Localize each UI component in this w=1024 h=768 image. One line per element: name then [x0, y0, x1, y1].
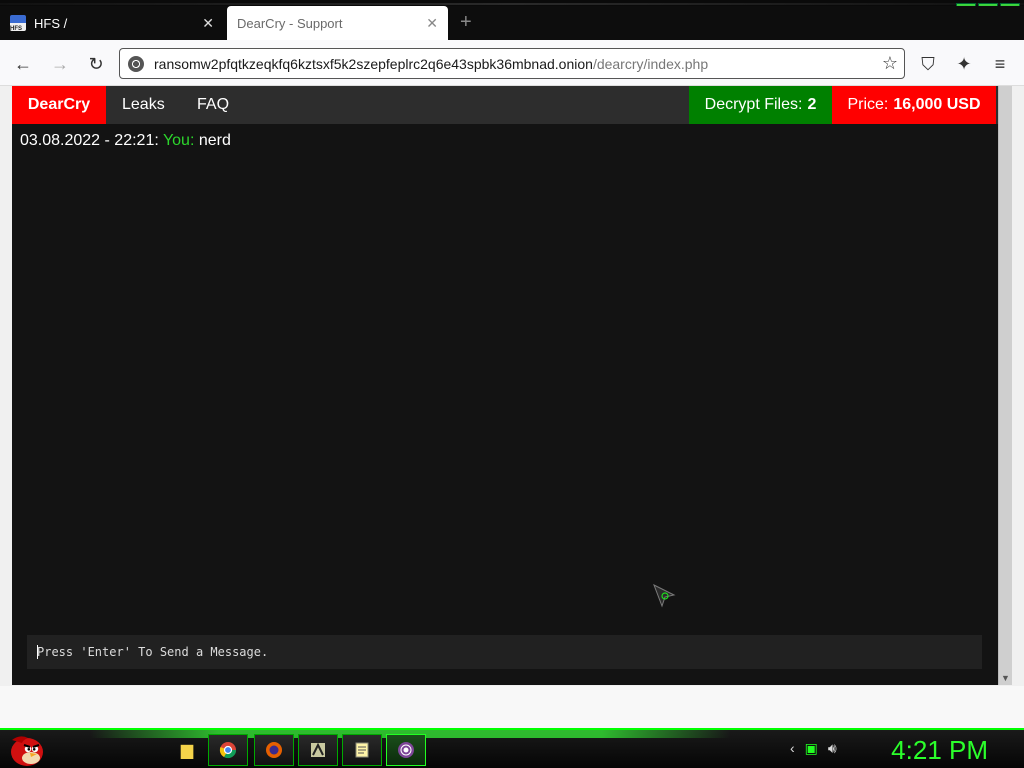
- mouse-cursor-icon: [653, 583, 676, 608]
- url-path: /dearcry/index.php: [592, 55, 709, 72]
- page-content: DearCry Leaks FAQ Decrypt Files: 2 Price:…: [12, 86, 998, 685]
- tab-dearcry-support[interactable]: DearCry - Support ✕: [227, 6, 448, 40]
- tab-strip: HFS / ✕ DearCry - Support ✕ +: [0, 6, 1024, 40]
- brand-link[interactable]: DearCry: [12, 86, 106, 124]
- price-label: Price:: [847, 96, 889, 113]
- firefox-icon[interactable]: [254, 734, 294, 766]
- decrypt-label: Decrypt Files:: [704, 96, 803, 113]
- shield-icon[interactable]: ⛉: [917, 53, 939, 75]
- taskbar: ▆ ‹ ▣ 🔊︎ 4:21 PM: [0, 728, 1024, 768]
- onion-icon: [128, 55, 144, 72]
- text-caret: [37, 645, 38, 659]
- price-value: 16,000 USD: [893, 96, 981, 113]
- page-bottom-area: [0, 686, 1024, 728]
- taskbar-clock[interactable]: 4:21 PM: [891, 734, 988, 766]
- reload-icon[interactable]: ↻: [85, 53, 107, 75]
- tab-title: HFS /: [34, 15, 68, 31]
- message-input[interactable]: [27, 635, 982, 669]
- chrome-icon[interactable]: [208, 734, 248, 766]
- app-icon[interactable]: [298, 734, 338, 766]
- price-badge: Price: 16,000 USD: [832, 86, 996, 124]
- tab-title: DearCry - Support: [237, 15, 343, 31]
- decrypt-files-badge[interactable]: Decrypt Files: 2: [689, 86, 832, 124]
- notepad-icon[interactable]: [342, 734, 382, 766]
- volume-icon[interactable]: 🔊︎: [828, 740, 837, 757]
- message-text: nerd: [198, 132, 231, 149]
- site-topnav: DearCry Leaks FAQ Decrypt Files: 2 Price:…: [12, 86, 998, 124]
- magic-wand-icon[interactable]: ✦: [953, 53, 975, 75]
- close-icon[interactable]: ✕: [202, 15, 214, 32]
- nav-faq[interactable]: FAQ: [197, 86, 229, 124]
- close-icon[interactable]: ✕: [426, 15, 438, 32]
- scroll-down-icon[interactable]: ▼: [1001, 673, 1010, 683]
- tab-hfs[interactable]: HFS / ✕: [0, 6, 224, 40]
- start-button-angry-bird-icon[interactable]: [6, 732, 46, 768]
- bookmark-star-icon[interactable]: ☆: [882, 53, 898, 74]
- url-host: ransomw2pfqtkzeqkfq6kztsxf5k2szepfeplrc2…: [154, 55, 593, 72]
- navigation-bar: ← → ↻ ransomw2pfqtkzeqkfq6kztsxf5k2szepf…: [0, 40, 1024, 86]
- menu-icon[interactable]: ≡: [989, 53, 1011, 75]
- network-icon[interactable]: ▣: [805, 740, 818, 757]
- nav-leaks[interactable]: Leaks: [122, 86, 165, 124]
- chat-message: 03.08.2022 - 22:21: You: nerd: [20, 132, 231, 150]
- forward-arrow-icon[interactable]: →: [49, 53, 71, 75]
- message-timestamp: 03.08.2022 - 22:21:: [20, 132, 159, 149]
- new-tab-icon[interactable]: +: [460, 12, 472, 32]
- back-arrow-icon[interactable]: ←: [12, 53, 34, 75]
- page-scrollbar[interactable]: ▼: [998, 86, 1012, 685]
- tor-icon[interactable]: [386, 734, 426, 766]
- message-sender: You:: [162, 132, 195, 149]
- tray-chevron-icon[interactable]: ‹: [790, 740, 795, 757]
- window-stripe: [0, 3, 1024, 5]
- hfs-icon: [10, 15, 26, 32]
- decrypt-count: 2: [807, 96, 817, 113]
- system-tray: ‹ ▣ 🔊︎: [790, 740, 837, 757]
- folder-icon[interactable]: ▆: [167, 734, 207, 766]
- address-bar[interactable]: ransomw2pfqtkzeqkfq6kztsxf5k2szepfeplrc2…: [119, 48, 905, 79]
